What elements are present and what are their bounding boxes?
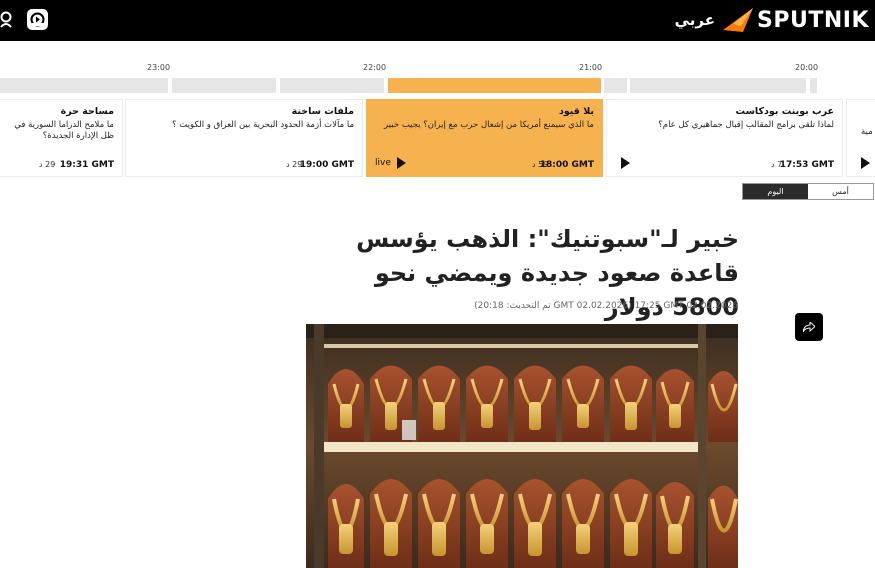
program-duration: 29 د [39,160,56,169]
top-bar: عربي SPUTNIK [0,0,875,41]
program-description: لماذا تلقى برامج المقالب إقبال جماهيري ك… [658,120,834,130]
program-description: ما ملامح الدراما السورية في ظل الإدارة ا… [14,120,114,141]
program-card[interactable]: عرب بوينت بودكاست لماذا تلقى برامج المقا… [606,99,843,177]
play-icon[interactable] [621,157,630,169]
program-description: مية [861,127,873,137]
article-published: 17:25 GMT 02.02.2026 [634,301,738,311]
article-dateline: (تم التحديث: 20:18 GMT 02.02.2026) 17:25… [300,301,738,311]
timeline-label: 20:00 [795,63,819,72]
program-title: مساحة حرة [60,106,114,117]
program-title: ملفات ساخنة [291,106,354,117]
radio-icon[interactable] [27,9,48,30]
brand-logo[interactable]: عربي SPUTNIK [675,6,869,34]
user-icon[interactable] [0,11,14,29]
jewelry-display-bottom [328,479,738,568]
day-toggle: اليوم أمس [742,183,874,200]
timeline-segment[interactable] [630,78,806,93]
yesterday-tab[interactable]: أمس [808,184,873,199]
program-cards: مساحة حرة ما ملامح الدراما السورية في ظل… [0,99,875,177]
play-icon[interactable] [397,157,406,169]
program-time: 19:00 GMT [299,160,354,170]
timeline-segment[interactable] [280,78,384,93]
timeline-segment[interactable] [604,78,627,93]
program-title: عرب بوينت بودكاست [735,106,834,117]
timeline-label: 23:00 [147,63,171,72]
brand-name: SPUTNIK [757,7,869,33]
article-photo [306,324,738,568]
timeline-segment[interactable] [0,78,168,93]
schedule-timeline[interactable]: 23:00 22:00 21:00 20:00 [0,41,875,97]
timeline-segment-active[interactable] [388,78,601,93]
program-description: ما مآلات أزمة الحدود البحرية بين العراق … [172,120,354,130]
timeline-segment[interactable] [810,78,817,93]
timeline-label: 21:00 [579,63,603,72]
program-time: 18:00 GMT [539,160,594,170]
program-card[interactable]: ملفات ساخنة ما مآلات أزمة الحدود البحرية… [125,99,363,177]
timeline-segment[interactable] [172,78,276,93]
jewelry-display-top [328,365,738,442]
article-updated: (تم التحديث: 20:18 GMT 02.02.2026) [474,301,632,311]
today-tab[interactable]: اليوم [743,184,808,199]
share-icon [803,322,815,332]
sputnik-logo-icon [721,6,755,34]
program-card[interactable]: مساحة حرة ما ملامح الدراما السورية في ظل… [0,99,123,177]
program-time: 17:53 GMT [779,160,834,170]
share-button[interactable] [795,313,823,341]
program-title: بلا قيود [558,106,594,117]
brand-language[interactable]: عربي [675,11,715,29]
program-description: ما الذي سيمنع أمريكا من إشعال حرب مع إير… [384,120,594,130]
play-icon[interactable] [861,157,870,169]
timeline-label: 22:00 [363,63,387,72]
program-time: 19:31 GMT [59,160,114,170]
program-card-live[interactable]: بلا قيود ما الذي سيمنع أمريكا من إشعال ح… [366,99,603,177]
live-label: live [375,158,391,168]
program-card[interactable]: مية [846,99,875,177]
